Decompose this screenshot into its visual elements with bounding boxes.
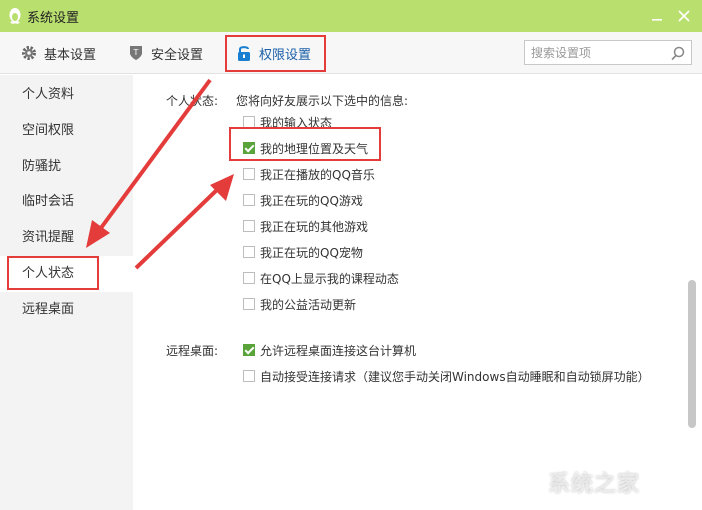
option-label: 我正在播放的QQ音乐 bbox=[260, 167, 375, 182]
option-auto-accept[interactable]: 自动接受连接请求（建议您手动关闭Windows自动睡眠和自动锁屏功能） bbox=[243, 368, 650, 384]
option-label: 自动接受连接请求（建议您手动关闭Windows自动睡眠和自动锁屏功能） bbox=[260, 369, 650, 384]
sidebar-item-anti-harassment[interactable]: 防骚扰 bbox=[0, 149, 133, 185]
settings-content bbox=[133, 75, 702, 510]
checkbox[interactable] bbox=[243, 220, 255, 232]
minimize-icon[interactable] bbox=[649, 8, 665, 24]
sidebar-item-remote-desktop[interactable]: 远程桌面 bbox=[0, 292, 133, 328]
svg-text:T: T bbox=[133, 48, 139, 57]
option-qq-music[interactable]: 我正在播放的QQ音乐 bbox=[243, 166, 375, 182]
option-label: 我正在玩的其他游戏 bbox=[260, 219, 369, 234]
option-label: 我正在玩的QQ宠物 bbox=[260, 245, 363, 260]
highlight-box-option bbox=[229, 127, 381, 161]
sidebar-item-temp-session[interactable]: 临时会话 bbox=[0, 184, 133, 220]
penguin-icon bbox=[9, 8, 21, 24]
checkbox[interactable] bbox=[243, 298, 255, 310]
checkbox-checked[interactable] bbox=[243, 344, 255, 356]
search-input[interactable] bbox=[531, 44, 661, 62]
highlight-box-tab bbox=[225, 35, 326, 72]
option-qq-pet[interactable]: 我正在玩的QQ宠物 bbox=[243, 244, 363, 260]
option-course-activity[interactable]: 在QQ上显示我的课程动态 bbox=[243, 270, 399, 286]
title-bar: 系统设置 bbox=[0, 0, 702, 32]
window-title: 系统设置 bbox=[27, 11, 80, 26]
option-label: 允许远程桌面连接这台计算机 bbox=[260, 343, 417, 358]
scrollbar-thumb[interactable] bbox=[688, 280, 696, 428]
option-label: 我正在玩的QQ游戏 bbox=[260, 193, 363, 208]
checkbox[interactable] bbox=[243, 194, 255, 206]
tab-basic-settings[interactable]: 基本设置 bbox=[20, 32, 96, 74]
option-allow-remote[interactable]: 允许远程桌面连接这台计算机 bbox=[243, 342, 416, 358]
checkbox[interactable] bbox=[243, 246, 255, 258]
checkbox[interactable] bbox=[243, 370, 255, 382]
personal-status-label: 个人状态: bbox=[166, 94, 219, 108]
highlight-box-sidebar bbox=[7, 256, 99, 290]
option-label: 我的公益活动更新 bbox=[260, 297, 357, 312]
sidebar-item-profile[interactable]: 个人资料 bbox=[0, 77, 133, 113]
option-label: 在QQ上显示我的课程动态 bbox=[260, 271, 399, 286]
search-icon[interactable] bbox=[670, 45, 686, 61]
option-other-game[interactable]: 我正在玩的其他游戏 bbox=[243, 218, 368, 234]
tab-label: 基本设置 bbox=[44, 47, 97, 63]
sidebar-item-space-permission[interactable]: 空间权限 bbox=[0, 113, 133, 149]
option-charity-update[interactable]: 我的公益活动更新 bbox=[243, 296, 356, 312]
checkbox[interactable] bbox=[243, 168, 255, 180]
sidebar: 个人资料 空间权限 防骚扰 临时会话 资讯提醒 个人状态 远程桌面 bbox=[0, 75, 133, 510]
close-icon[interactable] bbox=[676, 8, 692, 24]
remote-desktop-label: 远程桌面: bbox=[166, 344, 219, 358]
gear-icon bbox=[22, 46, 36, 60]
watermark-logo: 系统之家 bbox=[548, 472, 641, 497]
shield-icon: T bbox=[130, 46, 142, 60]
tab-label: 安全设置 bbox=[151, 47, 204, 63]
search-box[interactable] bbox=[524, 40, 692, 65]
personal-status-description: 您将向好友展示以下选中的信息: bbox=[236, 94, 409, 108]
tab-security-settings[interactable]: T 安全设置 bbox=[127, 32, 203, 74]
option-qq-game[interactable]: 我正在玩的QQ游戏 bbox=[243, 192, 363, 208]
checkbox[interactable] bbox=[243, 272, 255, 284]
sidebar-item-news-reminder[interactable]: 资讯提醒 bbox=[0, 220, 133, 256]
